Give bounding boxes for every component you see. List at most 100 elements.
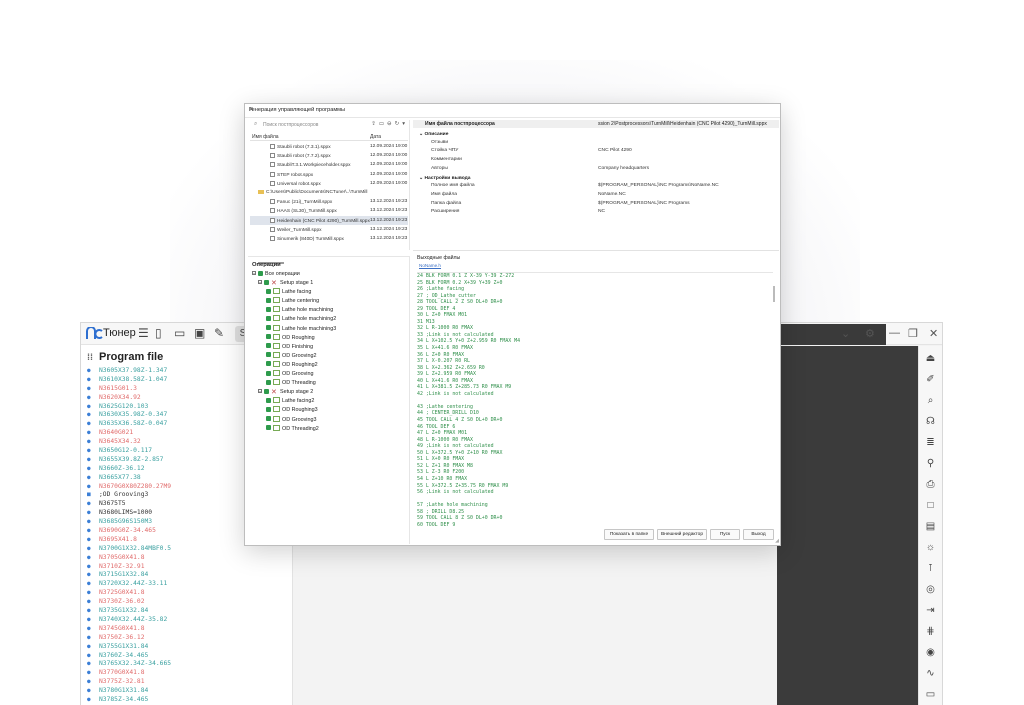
checkbox-checked-icon[interactable] xyxy=(266,297,271,303)
program-line[interactable]: ● N3760Z-34.465 xyxy=(87,652,287,661)
checkbox-checked-icon[interactable] xyxy=(266,288,271,294)
wave-icon[interactable]: ∿ xyxy=(924,667,938,681)
checkbox-checked-icon[interactable] xyxy=(266,416,271,421)
dialog-close-icon[interactable]: ✕ xyxy=(249,107,776,113)
grid-icon[interactable]: ⋕ xyxy=(924,625,938,639)
zoom-icon[interactable]: ⌕ xyxy=(924,394,938,408)
square-icon[interactable]: □ xyxy=(924,499,938,513)
record-icon[interactable]: ◉ xyxy=(924,646,938,660)
vertical-scrollbar[interactable] xyxy=(773,286,775,302)
postprocessor-row[interactable]: Heidenhain (CNC Pilot 4290)_TurnMill.spp… xyxy=(250,215,408,225)
program-line[interactable]: ● N3785Z-34.465 xyxy=(87,696,287,705)
operation-row[interactable]: Lathe hole machining xyxy=(252,306,408,315)
chevron-down-icon[interactable]: ⌄ xyxy=(419,132,424,137)
edit-icon[interactable]: ✎ xyxy=(214,326,224,340)
operation-row[interactable]: OD Roughing3 xyxy=(252,406,408,415)
program-line[interactable]: ● N3730Z-36.02 xyxy=(87,598,287,607)
checkbox-checked-icon[interactable] xyxy=(264,388,269,394)
operation-row[interactable]: OD Roughing xyxy=(252,333,408,343)
postprocessor-row[interactable]: StaubliT.3.1.Workpieceholder.sppx 12.09.2… xyxy=(250,160,408,169)
checkbox-checked-icon[interactable] xyxy=(266,306,271,312)
operation-row[interactable]: OD Roughing2 xyxy=(252,360,408,370)
property-value[interactable]: NC xyxy=(598,209,605,214)
chevron-down-icon[interactable]: ▾ xyxy=(402,121,408,127)
resize-grip-icon[interactable]: ◢ xyxy=(775,538,779,544)
search-input[interactable]: Поиск постпроцессоров xyxy=(263,122,318,128)
checkbox-checked-icon[interactable] xyxy=(266,343,271,349)
program-line[interactable]: ● N3770G0X41.8 xyxy=(87,669,287,678)
expand-toggle-icon[interactable]: − xyxy=(252,271,256,276)
property-value[interactable]: CNC Pilot 4290 xyxy=(598,148,632,153)
operation-row[interactable]: Lathe hole machining2 xyxy=(252,315,408,324)
printer-icon[interactable]: ⎙ xyxy=(924,478,938,492)
property-value[interactable]: ssion 2\Postprocessors\TurnMill\Heidenha… xyxy=(598,121,767,127)
operation-row[interactable]: Lathe centering xyxy=(252,297,408,306)
property-section[interactable]: ⌄ Настройки вывода xyxy=(413,174,779,182)
operation-row[interactable]: OD Finishing xyxy=(252,342,408,352)
postprocessor-row[interactable]: Fanuc (21i)_TurnMill.sppx 13.12.2024 19:2… xyxy=(250,197,408,206)
program-line[interactable]: ● N3705G0X41.8 xyxy=(87,554,287,563)
program-line[interactable]: ● N3750Z-36.12 xyxy=(87,634,287,643)
monitor-icon[interactable]: ▭ xyxy=(924,688,938,702)
drag-handle-icon[interactable]: ⁞⁞ xyxy=(87,352,93,362)
checkbox-checked-icon[interactable] xyxy=(266,406,271,412)
checkbox-checked-icon[interactable] xyxy=(258,270,263,276)
operation-row[interactable]: OD Grooving xyxy=(252,370,408,379)
program-line[interactable]: ● N3735G1X32.84 xyxy=(87,607,287,616)
measure-icon[interactable]: ◎ xyxy=(924,583,938,597)
program-line[interactable]: ● N3775Z-32.81 xyxy=(87,678,287,687)
new-file-icon[interactable]: ▯ xyxy=(155,326,162,340)
bulb-icon[interactable]: ☼ xyxy=(924,541,938,555)
program-line[interactable]: ● N3725G0X41.8 xyxy=(87,589,287,598)
postprocessor-row[interactable]: Staubli robot (7.7.2).sppx 12.09.2024 19:… xyxy=(250,151,408,160)
checkbox-checked-icon[interactable] xyxy=(266,397,271,403)
close-icon[interactable]: ✕ xyxy=(929,327,938,340)
menu-icon[interactable]: ☰ xyxy=(138,326,149,340)
import-icon[interactable]: ⇥ xyxy=(924,604,938,618)
minimize-icon[interactable]: — xyxy=(889,327,900,339)
checkbox-checked-icon[interactable] xyxy=(266,315,271,321)
operation-row[interactable]: Lathe facing xyxy=(252,288,408,297)
operation-row[interactable]: OD Threading2 xyxy=(252,424,408,434)
column-filename[interactable]: Имя файла xyxy=(252,134,279,140)
checkbox-checked-icon[interactable] xyxy=(266,334,271,340)
program-line[interactable]: ● N3700G1X32.84MBF0.5 xyxy=(87,545,287,554)
checkbox-checked-icon[interactable] xyxy=(266,425,271,431)
chevron-down-icon[interactable]: ⌄ xyxy=(419,176,424,181)
save-icon[interactable]: ▣ xyxy=(194,326,205,340)
external-editor-button[interactable]: Внешний редактор xyxy=(657,529,707,540)
postprocessor-search[interactable]: ⌕ Поиск постпроцессоров ⇪▭⊖↻▾ xyxy=(250,120,408,131)
eject-icon[interactable]: ⏏ xyxy=(924,352,938,366)
postprocessor-row[interactable]: Weiler_TurnMill.sppx 13.12.2024 19:23 xyxy=(250,225,408,234)
operation-row[interactable]: OD Grooving2 xyxy=(252,351,408,361)
expand-toggle-icon[interactable]: − xyxy=(258,280,262,285)
property-value[interactable]: Company headquarters xyxy=(598,166,649,171)
export-icon[interactable]: ⇪ xyxy=(371,121,379,127)
show-in-folder-button[interactable]: Показать в папке xyxy=(604,529,654,540)
program-line[interactable]: ● N3720X32.44Z-33.11 xyxy=(87,580,287,589)
program-line[interactable]: ● N3745G0X41.8 xyxy=(87,625,287,634)
property-value[interactable]: $(PROGRAM_PERSONAL)\NC Programs\NoName.N… xyxy=(598,183,719,188)
operation-row[interactable]: OD Threading xyxy=(252,379,408,388)
expand-toggle-icon[interactable]: − xyxy=(258,389,262,394)
operation-row[interactable]: − ✕ Setup stage 2 xyxy=(252,388,408,397)
checkbox-checked-icon[interactable] xyxy=(266,325,271,331)
property-value[interactable]: NoName.NC xyxy=(598,192,626,197)
chevron-down-icon[interactable]: ⌄ xyxy=(841,327,850,340)
program-line[interactable]: ● N3740X32.44Z-35.82 xyxy=(87,616,287,625)
gear-icon[interactable]: ⚙ xyxy=(865,327,875,340)
checkbox-checked-icon[interactable] xyxy=(264,279,269,285)
program-line[interactable]: ● N3780G1X31.84 xyxy=(87,687,287,696)
headset-icon[interactable]: ☊ xyxy=(924,415,938,429)
program-line[interactable]: ● N3715G1X32.84 xyxy=(87,571,287,580)
remove-icon[interactable]: ⊖ xyxy=(387,121,395,127)
operation-row[interactable]: − Все операции xyxy=(252,270,408,279)
program-line[interactable]: ● N3755G1X31.84 xyxy=(87,643,287,652)
brush-icon[interactable]: ✐ xyxy=(924,373,938,387)
tool-icon[interactable]: ⚲ xyxy=(924,457,938,471)
checkbox-checked-icon[interactable] xyxy=(266,379,271,385)
column-date[interactable]: Дата xyxy=(370,134,381,140)
program-line[interactable]: ● N3765X32.34Z-34.665 xyxy=(87,660,287,669)
checkbox-checked-icon[interactable] xyxy=(266,352,271,358)
postprocessor-row[interactable]: HAAS (SL30)_TurnMill.sppx 13.12.2024 19:2… xyxy=(250,206,408,215)
